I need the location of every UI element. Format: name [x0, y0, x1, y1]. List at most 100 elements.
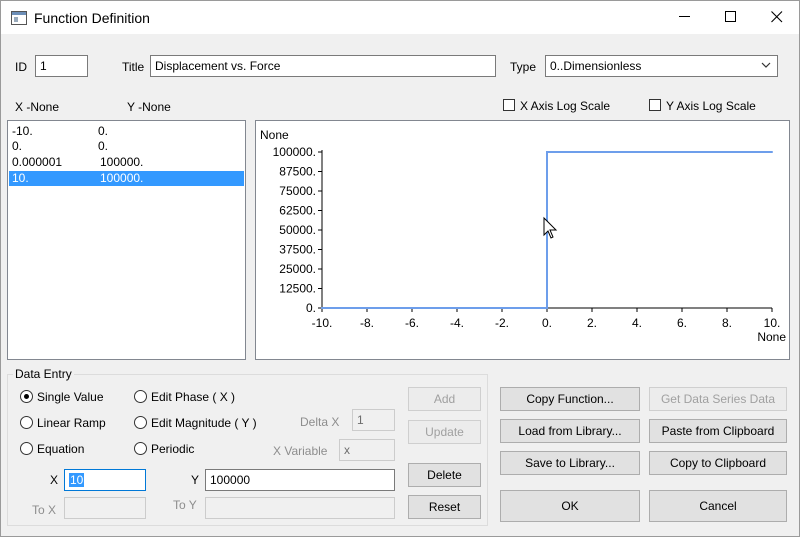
list-item-y: 0.: [98, 139, 109, 153]
title-label: Title: [122, 60, 145, 74]
x-tick-label: -10.: [312, 316, 333, 330]
x-variable-input[interactable]: x: [339, 439, 395, 461]
copy-to-clipboard-button[interactable]: Copy to Clipboard: [649, 451, 787, 475]
data-point: [771, 151, 773, 153]
plot-canvas: None 0. 12500. 25000. 37500. 50000. 62500. 7500…: [260, 128, 786, 344]
y-tick-label: 75000.: [279, 184, 316, 198]
edit-phase-label: Edit Phase ( X ): [151, 390, 236, 404]
mouse-cursor-icon: [543, 216, 558, 239]
y-log-scale-checkbox[interactable]: [649, 99, 661, 111]
copy-function-button[interactable]: Copy Function...: [500, 387, 640, 411]
periodic-radio[interactable]: [134, 442, 147, 455]
app-window-icon: [11, 11, 27, 25]
delete-button[interactable]: Delete: [408, 463, 481, 487]
delta-x-label: Delta X: [300, 415, 340, 429]
to-x-input[interactable]: [64, 497, 146, 519]
maximize-icon[interactable]: [708, 2, 754, 32]
to-x-label: To X: [32, 503, 57, 517]
list-item[interactable]: -10. 0.: [9, 124, 244, 139]
add-button[interactable]: Add: [408, 387, 481, 411]
to-y-input[interactable]: [205, 497, 395, 519]
y-tick-label: 62500.: [279, 204, 316, 218]
load-from-library-button[interactable]: Load from Library...: [500, 419, 640, 443]
list-item[interactable]: 0. 0.: [9, 139, 244, 154]
window-title: Function Definition: [34, 10, 150, 26]
x-tick-label: 2.: [587, 316, 597, 330]
y-tick-label: 37500.: [279, 243, 316, 257]
y-tick-label: 25000.: [279, 262, 316, 276]
y-value-input[interactable]: 100000: [205, 469, 395, 491]
function-plot[interactable]: None 0. 12500. 25000. 37500. 50000. 62500. 7500…: [255, 120, 790, 360]
list-item-selected[interactable]: 10. 100000.: [9, 171, 244, 186]
x-value-selected-text: 10: [69, 473, 85, 487]
y-tick-label: 12500.: [279, 282, 316, 296]
x-tick-label: -2.: [495, 316, 509, 330]
paste-from-clipboard-button[interactable]: Paste from Clipboard: [649, 419, 787, 443]
list-item-x: 0.000001: [12, 155, 63, 169]
x-log-scale-checkbox[interactable]: [503, 99, 515, 111]
periodic-label: Periodic: [151, 442, 195, 456]
type-select-value: 0..Dimensionless: [550, 59, 642, 73]
y-axis-label: None: [260, 128, 289, 142]
y-tick-label: 50000.: [279, 223, 316, 237]
title-input[interactable]: Displacement vs. Force: [150, 55, 496, 77]
x-tick-label: 0.: [542, 316, 552, 330]
data-points-list[interactable]: -10. 0. 0. 0. 0.000001 100000. 10. 10000…: [7, 120, 246, 360]
list-item-x: -10.: [12, 124, 33, 138]
y-value-label: Y: [191, 473, 200, 487]
x-variable-label: X Variable: [273, 444, 328, 458]
edit-phase-radio[interactable]: [134, 390, 147, 403]
edit-magnitude-radio[interactable]: [134, 416, 147, 429]
y-tick-label: 0.: [306, 301, 316, 315]
id-input[interactable]: 1: [35, 55, 88, 77]
equation-label: Equation: [37, 442, 85, 456]
type-label: Type: [510, 60, 537, 74]
save-to-library-button[interactable]: Save to Library...: [500, 451, 640, 475]
single-value-label: Single Value: [37, 390, 104, 404]
linear-ramp-label: Linear Ramp: [37, 416, 106, 430]
minimize-icon[interactable]: [662, 2, 708, 32]
to-y-label: To Y: [173, 498, 197, 512]
data-point: [546, 307, 548, 309]
x-tick-label: 4.: [632, 316, 642, 330]
cancel-button[interactable]: Cancel: [649, 490, 787, 522]
x-tick-label: 8.: [722, 316, 732, 330]
y-column-header: Y -None: [127, 100, 171, 114]
x-log-scale-label: X Axis Log Scale: [520, 99, 611, 113]
x-axis-label: None: [757, 330, 786, 344]
x-tick-label: 10.: [764, 316, 781, 330]
y-tick-label: 87500.: [279, 165, 316, 179]
x-value-input[interactable]: 10: [64, 469, 146, 491]
list-item[interactable]: 0.000001 100000.: [9, 155, 244, 170]
reset-button[interactable]: Reset: [408, 495, 481, 519]
data-entry-title: Data Entry: [13, 367, 74, 381]
delta-x-input[interactable]: 1: [352, 409, 395, 431]
list-item-x: 10.: [12, 171, 29, 185]
x-tick-label: -6.: [405, 316, 419, 330]
linear-ramp-radio[interactable]: [20, 416, 33, 429]
chevron-down-icon: [761, 62, 771, 68]
single-value-radio[interactable]: [20, 390, 33, 403]
list-item-y: 100000.: [100, 171, 144, 185]
equation-radio[interactable]: [20, 442, 33, 455]
data-point: [321, 307, 323, 309]
x-tick-label: -8.: [360, 316, 374, 330]
type-select[interactable]: 0..Dimensionless: [545, 55, 778, 77]
x-tick-label: -4.: [450, 316, 464, 330]
list-item-y: 0.: [98, 124, 109, 138]
list-item-y: 100000.: [100, 155, 144, 169]
x-value-label: X: [50, 473, 59, 487]
get-data-series-button[interactable]: Get Data Series Data: [649, 387, 787, 411]
update-button[interactable]: Update: [408, 420, 481, 444]
y-log-scale-label: Y Axis Log Scale: [666, 99, 756, 113]
x-column-header: X -None: [15, 100, 60, 114]
list-item-x: 0.: [12, 139, 23, 153]
y-tick-label: 100000.: [273, 145, 316, 159]
x-tick-label: 6.: [677, 316, 687, 330]
edit-magnitude-label: Edit Magnitude ( Y ): [151, 416, 257, 430]
title-bar: Function Definition: [1, 1, 799, 34]
data-point: [546, 151, 548, 153]
close-icon[interactable]: [754, 2, 800, 32]
ok-button[interactable]: OK: [500, 490, 640, 522]
id-label: ID: [15, 60, 27, 74]
